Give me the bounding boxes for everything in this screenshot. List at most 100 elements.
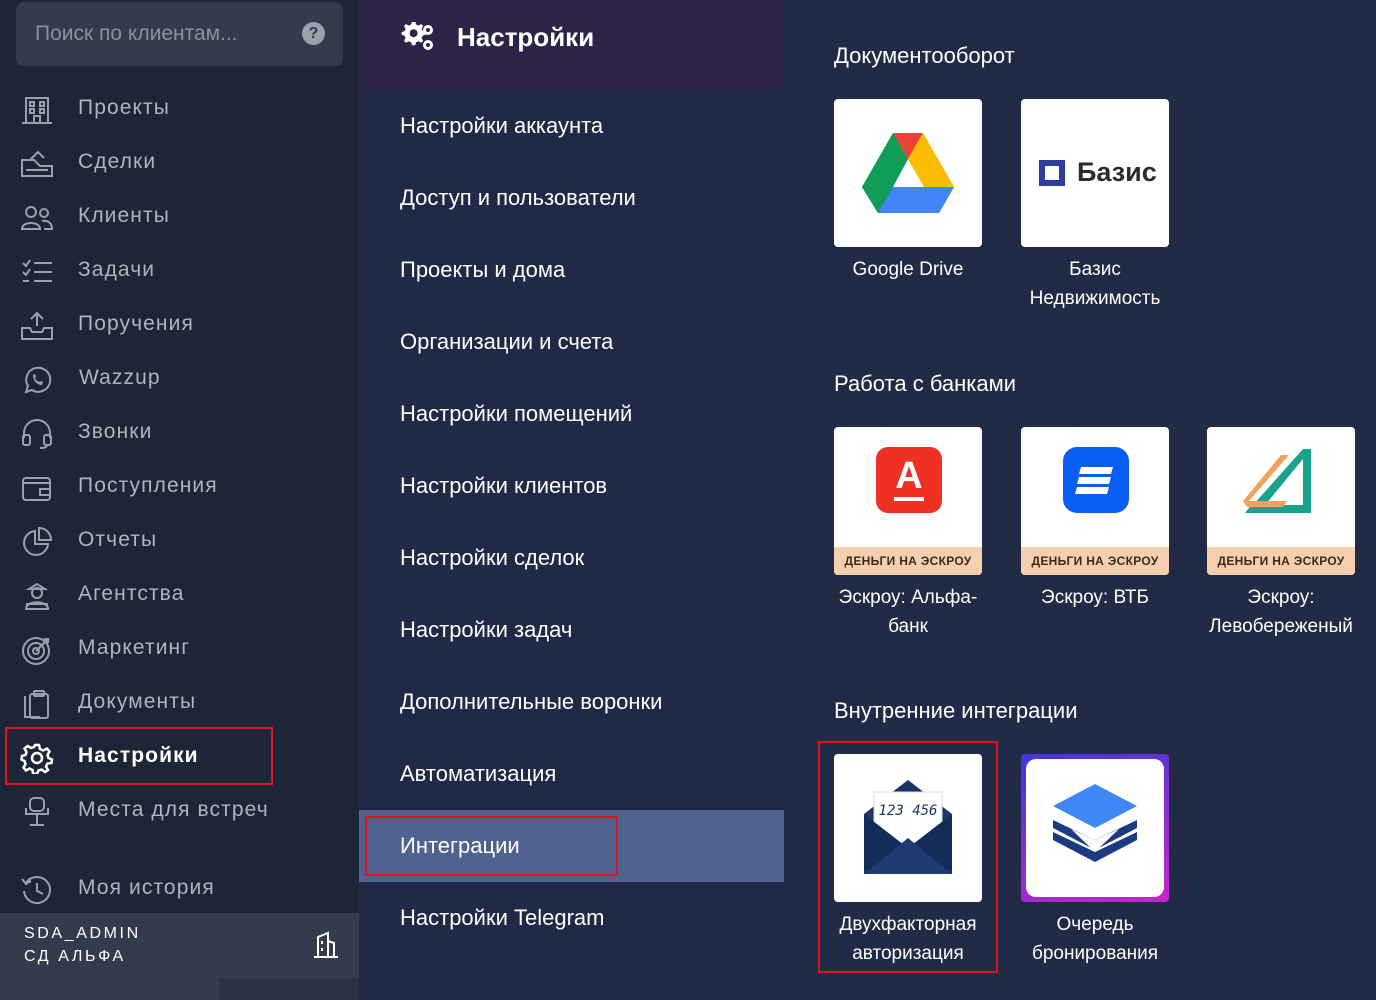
menu-item-deals[interactable]: Настройки сделок	[359, 522, 784, 594]
menu-item-projects-houses[interactable]: Проекты и дома	[359, 234, 784, 306]
menu-item-label: Дополнительные воронки	[400, 689, 663, 714]
office-building-icon[interactable]	[312, 931, 340, 959]
sidebar-item-wazzup[interactable]: Wazzup	[0, 352, 359, 406]
sidebar-item-assignments[interactable]: Поручения	[0, 298, 359, 352]
page-title: Настройки	[457, 22, 595, 52]
target-icon	[20, 634, 54, 666]
section-title-banks: Работа с банками	[834, 371, 1017, 396]
sidebar: ? Проекты Сделки	[0, 0, 359, 1000]
user-organization: СД АЛЬФА	[24, 948, 126, 965]
sidebar-item-label: Маркетинг	[78, 636, 190, 659]
sidebar-item-documents[interactable]: Документы	[0, 676, 359, 730]
sidebar-item-projects[interactable]: Проекты	[0, 82, 359, 136]
basis-logo-text: Базис	[1077, 157, 1157, 187]
sidebar-item-meeting-places[interactable]: Места для встреч	[0, 784, 359, 838]
menu-item-integrations[interactable]: Интеграции	[359, 810, 784, 882]
integration-tile	[834, 99, 982, 247]
building-icon	[20, 94, 54, 126]
agent-icon	[20, 580, 54, 612]
sidebar-item-calls[interactable]: Звонки	[0, 406, 359, 460]
sidebar-item-label: Отчеты	[78, 528, 158, 551]
integration-tile	[1021, 754, 1169, 902]
sidebar-item-label: Поступления	[78, 474, 218, 497]
integration-card-vtb-escrow[interactable]: ДЕНЬГИ НА ЭСКРОУ Эскроу: ВТБ	[1021, 427, 1169, 612]
integration-name: Эскроу: ВТБ	[1041, 587, 1149, 608]
sidebar-item-agencies[interactable]: Агентства	[0, 568, 359, 622]
integration-card-two-factor[interactable]: 123 456 Двухфакторная авторизация	[834, 754, 982, 968]
menu-item-account[interactable]: Настройки аккаунта	[359, 90, 784, 162]
sidebar-item-deals[interactable]: Сделки	[0, 136, 359, 190]
escrow-band: ДЕНЬГИ НА ЭСКРОУ	[1021, 547, 1169, 575]
menu-item-organizations[interactable]: Организации и счета	[359, 306, 784, 378]
integration-card-basis[interactable]: Базис Базис Недвижимость	[1021, 99, 1169, 313]
integrations-content: Документооборот Google Drive Базис Базис…	[784, 0, 1376, 1000]
menu-item-access-users[interactable]: Доступ и пользователи	[359, 162, 784, 234]
section-title-internal: Внутренние интеграции	[834, 698, 1078, 723]
menu-item-label: Настройки сделок	[400, 545, 585, 570]
sidebar-item-label: Настройки	[78, 744, 199, 767]
sidebar-item-marketing[interactable]: Маркетинг	[0, 622, 359, 676]
integration-tile: ДЕНЬГИ НА ЭСКРОУ	[1207, 427, 1355, 575]
section-title-documents: Документооборот	[834, 43, 1015, 68]
sidebar-item-clients[interactable]: Клиенты	[0, 190, 359, 244]
menu-item-label: Настройки помещений	[400, 401, 633, 426]
sidebar-item-label: Задачи	[78, 258, 156, 281]
sidebar-item-settings[interactable]: Настройки	[0, 730, 359, 784]
menu-item-telegram[interactable]: Настройки Telegram	[359, 882, 784, 954]
users-icon	[20, 202, 54, 234]
menu-item-funnels[interactable]: Дополнительные воронки	[359, 666, 784, 738]
integration-name: Двухфакторная авторизация	[839, 914, 977, 964]
sidebar-item-label: Поручения	[78, 312, 194, 335]
settings-panel: Настройки Настройки аккаунта Доступ и по…	[359, 0, 784, 1000]
escrow-band: ДЕНЬГИ НА ЭСКРОУ	[1207, 547, 1355, 575]
menu-item-clients[interactable]: Настройки клиентов	[359, 450, 784, 522]
menu-item-label: Проекты и дома	[400, 257, 566, 282]
deals-icon	[20, 148, 54, 180]
menu-item-automation[interactable]: Автоматизация	[359, 738, 784, 810]
sidebar-item-history[interactable]: Моя история	[0, 862, 359, 916]
alfa-bank-icon: А	[876, 447, 942, 513]
menu-item-label: Организации и счета	[400, 329, 614, 354]
integration-card-booking-queue[interactable]: Очередь бронирования	[1021, 754, 1169, 968]
integration-card-alfa-escrow[interactable]: А ДЕНЬГИ НА ЭСКРОУ Эскроу: Альфа-банк	[834, 427, 982, 641]
user-name: SDA_ADMIN	[24, 925, 141, 942]
menu-item-tasks[interactable]: Настройки задач	[359, 594, 784, 666]
menu-item-label: Интеграции	[400, 833, 520, 858]
menu-item-label: Настройки задач	[400, 617, 573, 642]
basis-square-icon	[1039, 159, 1065, 186]
integration-card-levoberezhny-escrow[interactable]: ДЕНЬГИ НА ЭСКРОУ Эскроу: Левобереженый	[1207, 427, 1355, 641]
search-input[interactable]	[35, 2, 295, 66]
basis-logo: Базис	[1039, 157, 1157, 188]
levoberezhny-icon	[1243, 449, 1311, 513]
integration-tile: Базис	[1021, 99, 1169, 247]
sidebar-item-reports[interactable]: Отчеты	[0, 514, 359, 568]
menu-item-label: Доступ и пользователи	[400, 185, 636, 210]
alfa-logo-letter: А	[895, 455, 923, 497]
menu-item-label: Настройки клиентов	[400, 473, 608, 498]
history-icon	[20, 874, 54, 906]
integration-card-google-drive[interactable]: Google Drive	[834, 99, 982, 284]
vtb-icon	[1063, 447, 1129, 513]
meeting-place-icon	[20, 796, 54, 828]
menu-item-premises[interactable]: Настройки помещений	[359, 378, 784, 450]
google-drive-icon	[862, 133, 954, 213]
escrow-band: ДЕНЬГИ НА ЭСКРОУ	[834, 547, 982, 575]
help-icon[interactable]: ?	[302, 22, 325, 45]
sidebar-item-label: Сделки	[78, 150, 157, 173]
sidebar-item-tasks[interactable]: Задачи	[0, 244, 359, 298]
menu-item-label: Автоматизация	[400, 761, 557, 786]
integration-tile: А ДЕНЬГИ НА ЭСКРОУ	[834, 427, 982, 575]
user-strip	[219, 978, 359, 1000]
sidebar-item-label: Wazzup	[79, 366, 161, 389]
integration-tile: ДЕНЬГИ НА ЭСКРОУ	[1021, 427, 1169, 575]
sidebar-item-label: Агентства	[78, 582, 185, 605]
gears-icon	[399, 21, 435, 52]
sidebar-item-label: Документы	[78, 690, 197, 713]
integration-name: Очередь бронирования	[1031, 914, 1159, 964]
auth-code: 123 456	[878, 803, 937, 819]
search-box: ?	[16, 2, 343, 66]
wallet-icon	[20, 472, 54, 504]
integration-tile: 123 456	[834, 754, 982, 902]
sidebar-item-label: Моя история	[78, 876, 215, 899]
sidebar-item-receipts[interactable]: Поступления	[0, 460, 359, 514]
